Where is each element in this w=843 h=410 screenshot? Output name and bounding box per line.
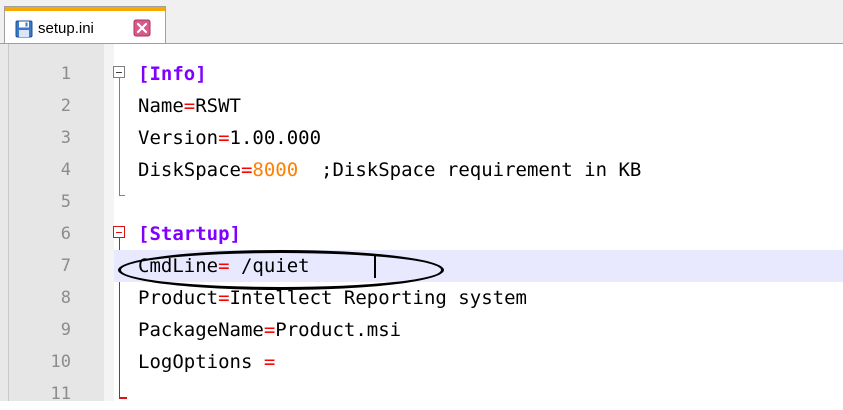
code-line[interactable]: 8 Product=Intellect Reporting system xyxy=(0,282,843,314)
code-text: Name=RSWT xyxy=(138,90,241,122)
code-line[interactable]: 3 Version=1.00.000 xyxy=(0,122,843,154)
tab-active-indicator xyxy=(5,7,165,11)
code-line[interactable]: 9 PackageName=Product.msi xyxy=(0,314,843,346)
close-x-icon[interactable] xyxy=(133,19,151,37)
section-header: [Info] xyxy=(138,63,207,85)
code-text: LogOptions = xyxy=(138,346,275,378)
line-number: 4 xyxy=(60,160,71,180)
line-number: 11 xyxy=(50,384,71,404)
code-line[interactable]: 10 LogOptions = xyxy=(0,346,843,378)
ini-operator: = xyxy=(218,127,230,149)
floppy-disk-icon xyxy=(15,20,33,38)
ini-value: 1.00.000 xyxy=(229,127,322,149)
line-number: 9 xyxy=(60,320,71,340)
code-line[interactable]: 5 xyxy=(0,186,843,218)
annotation-ellipse xyxy=(118,250,444,290)
line-number: 2 xyxy=(60,96,71,116)
ini-operator: = xyxy=(263,319,276,341)
code-text: DiskSpace=8000 ;DiskSpace requirement in… xyxy=(138,154,641,186)
ini-value: RSWT xyxy=(195,95,241,117)
line-number: 6 xyxy=(60,224,71,244)
ini-operator: = xyxy=(263,351,276,373)
line-number: 5 xyxy=(60,192,71,212)
code-text: [Info] xyxy=(138,58,207,90)
line-number: 10 xyxy=(50,352,71,372)
ini-key: Name xyxy=(138,95,184,117)
code-editor[interactable]: 1 [Info] 2 Name=RSWT 3 Version=1.00.000 … xyxy=(0,44,843,404)
code-line[interactable]: 1 [Info] xyxy=(0,58,843,90)
ini-operator: = xyxy=(183,95,196,117)
tab-bar: setup.ini xyxy=(0,0,843,44)
code-text: PackageName=Product.msi xyxy=(138,314,401,346)
ini-key: DiskSpace xyxy=(138,159,241,181)
code-line[interactable]: 11 xyxy=(0,378,843,410)
tab-setup-ini[interactable]: setup.ini xyxy=(4,6,166,43)
line-number: 3 xyxy=(60,128,71,148)
code-line[interactable]: 4 DiskSpace=8000 ;DiskSpace requirement … xyxy=(0,154,843,186)
line-number: 7 xyxy=(60,256,71,276)
code-line[interactable]: 6 [Startup] xyxy=(0,218,843,250)
ini-key: LogOptions xyxy=(138,351,264,373)
ini-key: Version xyxy=(138,127,219,149)
ini-key: Product xyxy=(138,287,219,309)
ini-operator: = xyxy=(218,287,230,309)
ini-value: 8000 xyxy=(252,159,299,181)
ini-value: Intellect Reporting system xyxy=(229,287,527,309)
code-text: [Startup] xyxy=(138,218,241,250)
tab-filename: setup.ini xyxy=(38,20,94,37)
section-header: [Startup] xyxy=(138,223,241,245)
line-number: 8 xyxy=(60,288,71,308)
ini-comment: ;DiskSpace requirement in KB xyxy=(298,159,642,181)
code-text: Version=1.00.000 xyxy=(138,122,321,154)
ini-operator: = xyxy=(240,159,253,181)
ini-key: PackageName xyxy=(138,319,264,341)
ini-value: Product.msi xyxy=(275,319,402,341)
code-line[interactable]: 2 Name=RSWT xyxy=(0,90,843,122)
line-number: 1 xyxy=(60,64,71,84)
